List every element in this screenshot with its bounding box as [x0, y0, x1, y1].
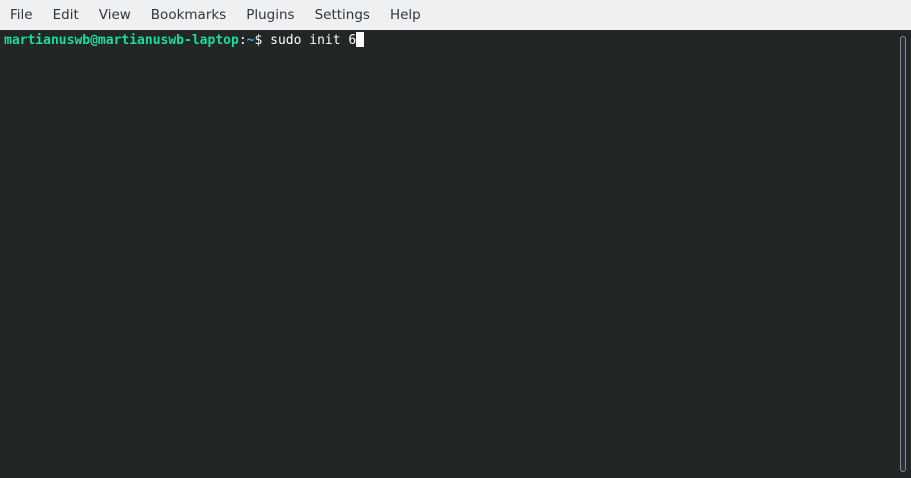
prompt-user-host: martianuswb@martianuswb-laptop: [4, 33, 239, 48]
prompt-separator: :: [238, 33, 247, 48]
menu-bar: File Edit View Bookmarks Plugins Setting…: [0, 0, 911, 30]
menu-help[interactable]: Help: [380, 0, 431, 30]
prompt-symbol: $: [254, 33, 271, 48]
menu-bookmarks[interactable]: Bookmarks: [141, 0, 236, 30]
command-text: sudo init 6: [270, 33, 357, 48]
menu-file[interactable]: File: [0, 0, 43, 30]
prompt-line: martianuswb@martianuswb-laptop:~$ sudo i…: [4, 32, 897, 49]
menu-settings[interactable]: Settings: [305, 0, 380, 30]
scrollbar-thumb[interactable]: [900, 36, 906, 472]
text-cursor: [356, 32, 365, 47]
terminal-area[interactable]: martianuswb@martianuswb-laptop:~$ sudo i…: [0, 30, 897, 478]
vertical-scrollbar[interactable]: [897, 30, 911, 478]
menu-edit[interactable]: Edit: [43, 0, 89, 30]
menu-view[interactable]: View: [89, 0, 141, 30]
menu-plugins[interactable]: Plugins: [236, 0, 304, 30]
